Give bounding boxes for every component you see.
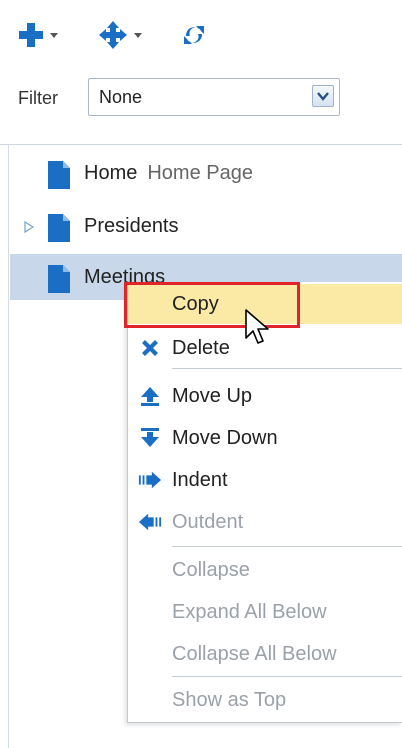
menu-separator [172, 546, 402, 547]
menu-separator [172, 368, 402, 369]
plus-icon [19, 23, 43, 47]
add-button[interactable] [18, 20, 58, 50]
menu-item-label: Delete [172, 337, 230, 359]
tree-row-label: Home Home Page [84, 162, 253, 184]
menu-item-move-up[interactable]: Move Up [128, 376, 402, 416]
move-up-icon [138, 384, 162, 408]
filter-value: None [99, 87, 143, 107]
move-cross-icon [99, 21, 127, 49]
menu-item-label: Move Up [172, 385, 253, 407]
tree-border [8, 144, 9, 748]
menu-item-expand-all-below[interactable]: Expand All Below [128, 592, 402, 632]
menu-item-label: Expand All Below [172, 601, 327, 623]
menu-item-label: Collapse [172, 559, 250, 581]
divider [0, 144, 402, 145]
menu-item-label: Indent [172, 469, 228, 491]
filter-label: Filter [18, 88, 58, 108]
menu-item-label: Outdent [172, 511, 244, 533]
tree-row-presidents[interactable]: Presidents [10, 203, 402, 249]
chevron-down-icon [317, 92, 329, 101]
move-button[interactable] [98, 20, 142, 50]
chevron-down-icon [134, 32, 142, 38]
menu-item-collapse[interactable]: Collapse [128, 550, 402, 590]
menu-item-label: Copy [172, 293, 219, 315]
filter-select[interactable]: None [88, 78, 340, 116]
expand-arrow-icon[interactable] [24, 221, 34, 233]
menu-item-indent[interactable]: Indent [128, 460, 402, 500]
refresh-button[interactable] [182, 20, 206, 50]
context-menu: Copy Delete Move Up Move Down Indent Out… [127, 282, 402, 723]
menu-item-label: Collapse All Below [172, 643, 337, 665]
refresh-icon [184, 26, 204, 44]
document-icon [48, 265, 70, 293]
menu-item-collapse-all-below[interactable]: Collapse All Below [128, 634, 402, 674]
document-icon [48, 214, 70, 242]
menu-item-move-down[interactable]: Move Down [128, 418, 402, 458]
menu-item-show-as-top[interactable]: Show as Top [128, 680, 402, 720]
chevron-down-icon [50, 32, 58, 38]
menu-item-label: Move Down [172, 427, 278, 449]
tree-row-home[interactable]: Home Home Page [10, 150, 402, 196]
menu-item-outdent[interactable]: Outdent [128, 502, 402, 542]
move-down-icon [138, 426, 162, 450]
menu-item-label: Show as Top [172, 689, 287, 711]
filter-dropdown-button[interactable] [312, 85, 334, 107]
tree-row-description: Home Page [147, 162, 253, 184]
outdent-icon [138, 510, 162, 534]
menu-separator [172, 676, 402, 677]
tree-row-label: Presidents [84, 215, 179, 237]
indent-icon [138, 468, 162, 492]
document-icon [48, 161, 70, 189]
mouse-cursor-icon [245, 309, 269, 344]
delete-x-icon [138, 336, 162, 360]
toolbar [0, 0, 402, 60]
